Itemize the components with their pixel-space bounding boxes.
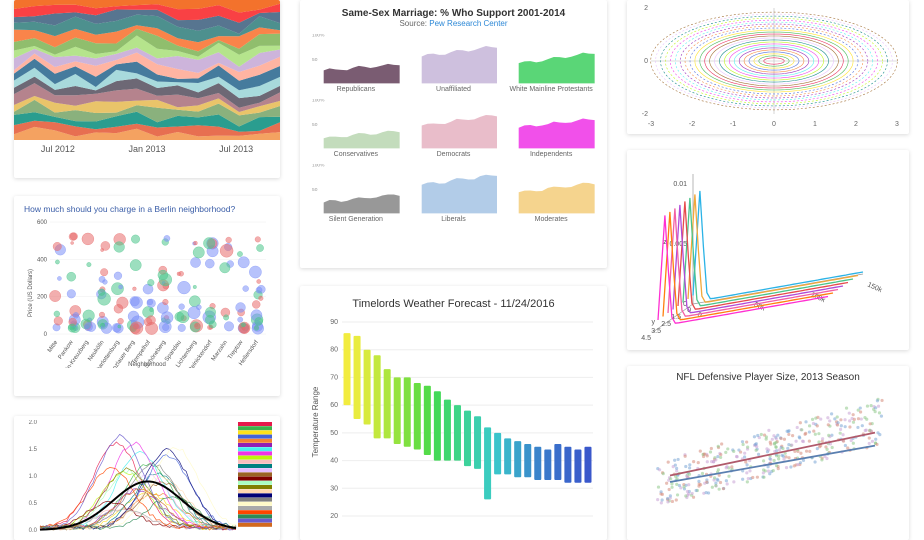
sm-panel-label: Moderates xyxy=(507,216,595,223)
sm-panel: 50 100% Silent Generation xyxy=(312,164,400,223)
svg-text:40: 40 xyxy=(330,458,338,465)
card-nfl-scatter: NFL Defensive Player Size, 2013 Season xyxy=(627,366,909,540)
sm-panel: Moderates xyxy=(507,164,595,223)
sm-panel: Unaffiliated xyxy=(410,34,498,93)
nfl-scatter-plot[interactable] xyxy=(635,387,901,527)
svg-text:100%: 100% xyxy=(312,164,325,169)
svg-text:2: 2 xyxy=(644,5,648,12)
svg-text:0.01: 0.01 xyxy=(673,181,687,188)
xaxis-tick: Jan 2013 xyxy=(128,144,165,154)
svg-text:1: 1 xyxy=(813,121,817,128)
svg-text:70: 70 xyxy=(330,374,338,381)
svg-text:1.5: 1.5 xyxy=(29,447,38,453)
svg-text:4.5: 4.5 xyxy=(641,335,651,342)
three-d-line-plot[interactable]: 00.0050.01z01.52.53.54.5y050k100k150k xyxy=(633,154,903,344)
svg-text:100%: 100% xyxy=(312,34,325,39)
svg-text:600: 600 xyxy=(37,220,48,226)
svg-text:50: 50 xyxy=(312,57,318,63)
sm-mini-area[interactable] xyxy=(410,34,498,84)
sm-mini-area[interactable] xyxy=(410,99,498,149)
svg-text:Mitte: Mitte xyxy=(47,339,60,354)
svg-text:1.0: 1.0 xyxy=(29,474,38,480)
sm-panel: White Mainline Protestants xyxy=(507,34,595,93)
sm-panel: Independents xyxy=(507,99,595,158)
svg-text:0.5: 0.5 xyxy=(29,501,38,507)
svg-text:50: 50 xyxy=(312,122,318,128)
bubble-plot[interactable]: 0200400600MittePankowFriedrichshain-Kreu… xyxy=(24,218,270,368)
stacked-area-plot[interactable] xyxy=(14,0,280,140)
chart-source: Source: Pew Research Center xyxy=(312,19,595,28)
sm-mini-area[interactable]: 50 100% xyxy=(312,164,400,214)
chart-title: How much should you charge in a Berlin n… xyxy=(24,204,270,214)
svg-text:30: 30 xyxy=(330,485,338,492)
small-multiples-grid: 50 100% Republicans Unaffiliated White Mainl… xyxy=(312,34,595,223)
card-3d-lines: 00.0050.01z01.52.53.54.5y050k100k150k xyxy=(627,150,909,350)
svg-text:0.0: 0.0 xyxy=(29,528,38,534)
svg-text:0: 0 xyxy=(644,58,648,65)
svg-text:200: 200 xyxy=(37,295,48,301)
weather-range-plot[interactable]: 20 30 40 50 60 70 80 90 Temperature Range xyxy=(308,318,599,526)
svg-text:0: 0 xyxy=(44,332,48,338)
sm-mini-area[interactable]: 50 100% xyxy=(312,34,400,84)
sm-panel: 50 100% Republicans xyxy=(312,34,400,93)
sm-panel-label: Democrats xyxy=(410,151,498,158)
svg-text:3: 3 xyxy=(895,121,899,128)
svg-text:2: 2 xyxy=(854,121,858,128)
chart-title: Same-Sex Marriage: % Who Support 2001-20… xyxy=(312,8,595,19)
svg-text:60: 60 xyxy=(330,402,338,409)
svg-text:y: y xyxy=(652,319,656,326)
sm-mini-area[interactable] xyxy=(507,34,595,84)
sm-mini-area[interactable] xyxy=(507,164,595,214)
svg-text:2.5: 2.5 xyxy=(661,321,671,328)
card-contour-field: -3-2-10123-202 xyxy=(627,0,909,134)
svg-text:80: 80 xyxy=(330,347,338,354)
svg-text:3.5: 3.5 xyxy=(651,328,661,335)
multiline-plot[interactable]: 0.0 0.5 1.0 1.5 2.0 xyxy=(18,420,276,536)
svg-text:50: 50 xyxy=(312,187,318,193)
sm-panel: Liberals xyxy=(410,164,498,223)
xaxis-tick: Jul 2012 xyxy=(41,144,75,154)
card-weather-forecast: Timelords Weather Forecast - 11/24/2016 … xyxy=(300,286,607,540)
svg-text:-2: -2 xyxy=(642,111,648,118)
svg-text:400: 400 xyxy=(37,257,48,263)
svg-text:20: 20 xyxy=(330,513,338,520)
sm-panel-label: Silent Generation xyxy=(312,216,400,223)
sm-panel: Democrats xyxy=(410,99,498,158)
sm-mini-area[interactable] xyxy=(410,164,498,214)
contour-plot[interactable]: -3-2-10123-202 xyxy=(633,4,903,128)
sm-panel-label: Independents xyxy=(507,151,595,158)
card-berlin-bubble: How much should you charge in a Berlin n… xyxy=(14,196,280,396)
sm-panel-label: Conservatives xyxy=(312,151,400,158)
svg-text:100%: 100% xyxy=(312,99,325,104)
svg-text:-1: -1 xyxy=(730,121,736,128)
sm-panel-label: Unaffiliated xyxy=(410,86,498,93)
sm-panel: 50 100% Conservatives xyxy=(312,99,400,158)
svg-text:-3: -3 xyxy=(648,121,654,128)
sm-panel-label: Liberals xyxy=(410,216,498,223)
svg-text:Neighborhood: Neighborhood xyxy=(128,362,166,368)
svg-text:2.0: 2.0 xyxy=(29,420,38,426)
card-stacked-area: Jul 2012 Jan 2013 Jul 2013 xyxy=(14,0,280,178)
sm-mini-area[interactable] xyxy=(507,99,595,149)
svg-text:-2: -2 xyxy=(689,121,695,128)
sm-mini-area[interactable]: 50 100% xyxy=(312,99,400,149)
svg-text:Price (US Dollars): Price (US Dollars) xyxy=(28,269,34,317)
chart-title: Timelords Weather Forecast - 11/24/2016 xyxy=(308,298,599,310)
svg-text:0: 0 xyxy=(772,121,776,128)
svg-text:90: 90 xyxy=(330,319,338,326)
card-multiline: 0.0 0.5 1.0 1.5 2.0 xyxy=(14,416,280,540)
source-link[interactable]: Pew Research Center xyxy=(429,19,507,28)
sm-panel-label: White Mainline Protestants xyxy=(507,86,595,93)
svg-text:50: 50 xyxy=(330,430,338,437)
xaxis-tick: Jul 2013 xyxy=(219,144,253,154)
chart-title: NFL Defensive Player Size, 2013 Season xyxy=(635,372,901,383)
svg-text:150k: 150k xyxy=(866,281,883,294)
stacked-area-xaxis: Jul 2012 Jan 2013 Jul 2013 xyxy=(14,144,280,154)
svg-text:Temperature Range: Temperature Range xyxy=(311,386,320,457)
card-same-sex-marriage: Same-Sex Marriage: % Who Support 2001-20… xyxy=(300,0,607,268)
sm-panel-label: Republicans xyxy=(312,86,400,93)
